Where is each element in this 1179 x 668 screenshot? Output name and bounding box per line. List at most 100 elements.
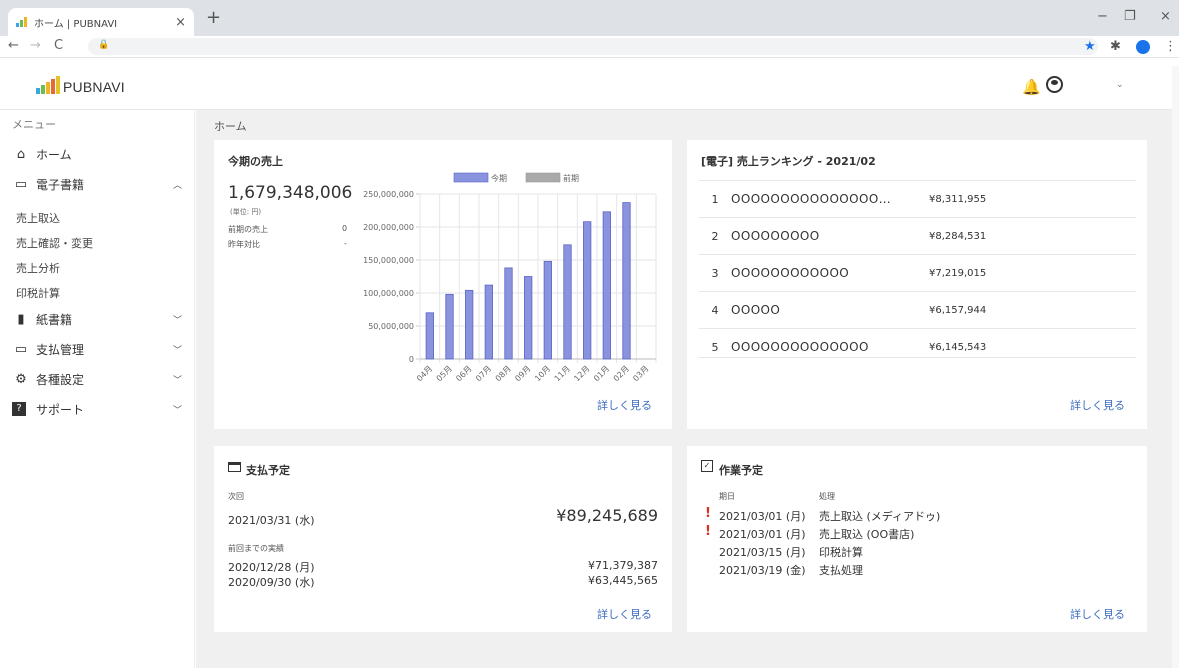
- gear-icon: ⚙: [15, 371, 27, 387]
- x-tick-label: 07月: [474, 364, 493, 383]
- bookmark-star-icon[interactable]: ★: [1084, 39, 1096, 54]
- restore-button[interactable]: ❐: [1124, 10, 1136, 24]
- reload-button[interactable]: C: [54, 38, 63, 53]
- sidebar-item-support[interactable]: ? サポート ﹀: [12, 398, 182, 420]
- rank-number: 2: [711, 229, 719, 243]
- ranking-row[interactable]: 5 OOOOOOOOOOOOOO ¥6,145,543: [699, 328, 1136, 365]
- menu-heading: メニュー: [12, 118, 56, 131]
- task-name[interactable]: 売上取込 (メディアドゥ): [819, 508, 940, 524]
- bar-current: [622, 202, 631, 360]
- y-tick-label: 100,000,000: [363, 289, 414, 298]
- bar-current: [445, 293, 454, 360]
- x-tick-label: 12月: [572, 364, 591, 383]
- sidebar-item-label: 電子書籍: [36, 177, 85, 192]
- sidebar-subitem-royalty[interactable]: 印税計算: [16, 285, 60, 301]
- x-tick-label: 10月: [533, 364, 552, 383]
- notification-bell-icon[interactable]: 🔔: [1022, 78, 1041, 96]
- rank-number: 4: [711, 303, 719, 317]
- ranking-more-link[interactable]: 詳しく見る: [1070, 397, 1125, 413]
- chevron-down-icon: ﹀: [172, 405, 182, 416]
- bar-current: [524, 276, 533, 360]
- sidebar-subitem-sales-confirm[interactable]: 売上確認・変更: [16, 235, 93, 251]
- task-date: 2021/03/01 (月): [719, 528, 806, 541]
- forward-button[interactable]: →: [30, 38, 41, 53]
- x-tick-label: 08月: [494, 364, 513, 383]
- rank-amount: ¥8,284,531: [929, 230, 987, 242]
- task-name[interactable]: 印税計算: [819, 544, 863, 560]
- payment-history-date: 2020/09/30 (水): [228, 576, 315, 589]
- address-bar: ← → C 🔒 ★ ✱ ⋮: [0, 36, 1179, 58]
- x-tick-label: 11月: [553, 364, 572, 383]
- rank-amount: ¥6,157,944: [929, 304, 987, 316]
- prev-sales-value: 0: [342, 224, 348, 233]
- ranking-row[interactable]: 3 OOOOOOOOOOOO ¥7,219,015: [699, 254, 1136, 291]
- chevron-down-icon[interactable]: ⌄: [1116, 80, 1124, 90]
- sidebar-item-settings[interactable]: ⚙ 各種設定 ﹀: [12, 368, 182, 390]
- payment-history-amount: ¥63,445,565: [588, 574, 658, 587]
- page-scrollbar[interactable]: [1172, 66, 1179, 668]
- rank-number: 5: [711, 340, 719, 354]
- x-tick-label: 09月: [513, 364, 532, 383]
- ranking-card: [電子] 売上ランキング - 2021/02 1 OOOOOOOOOOOOOOO……: [687, 140, 1147, 429]
- sidebar-item-label: ホーム: [36, 147, 72, 162]
- new-tab-button[interactable]: +: [206, 9, 221, 27]
- ranking-row[interactable]: 4 OOOOO ¥6,157,944: [699, 291, 1136, 328]
- tab-close-icon[interactable]: ×: [175, 15, 186, 30]
- home-icon: ⌂: [16, 146, 26, 162]
- sidebar-item-ebook[interactable]: ▭ 電子書籍 ︿: [12, 173, 182, 195]
- sales-total: 1,679,348,006: [228, 183, 353, 203]
- bar-current: [563, 244, 572, 360]
- sales-more-link[interactable]: 詳しく見る: [597, 397, 652, 413]
- task-card-title: 作業予定: [719, 464, 763, 477]
- legend-swatch: [453, 172, 489, 183]
- next-payment-date: 2021/03/31 (水): [228, 514, 315, 527]
- next-payment-label: 次回: [228, 492, 244, 501]
- back-button[interactable]: ←: [8, 38, 19, 53]
- bar-current: [425, 312, 434, 360]
- y-tick-label: 50,000,000: [368, 322, 414, 331]
- browser-tab[interactable]: ホーム | PUBNAVI ×: [8, 8, 194, 36]
- task-more-link[interactable]: 詳しく見る: [1070, 606, 1125, 622]
- task-name[interactable]: 売上取込 (OO書店): [819, 526, 914, 542]
- breadcrumb: ホーム: [214, 120, 247, 133]
- next-payment-amount: ¥89,245,689: [556, 506, 658, 525]
- task-date: 2021/03/01 (月): [719, 510, 806, 523]
- task-name[interactable]: 支払処理: [819, 562, 863, 578]
- alert-icon: !: [705, 524, 711, 539]
- pubnavi-logo[interactable]: PUBNAVI: [36, 76, 125, 94]
- credit-card-icon: [228, 462, 241, 472]
- extensions-icon[interactable]: ✱: [1110, 39, 1121, 54]
- ranking-row[interactable]: 2 OOOOOOOOO ¥8,284,531: [699, 217, 1136, 254]
- payment-history-amount: ¥71,379,387: [588, 559, 658, 572]
- payment-more-link[interactable]: 詳しく見る: [597, 606, 652, 622]
- logo-bars-icon: [36, 76, 60, 94]
- minimize-button[interactable]: −: [1097, 10, 1108, 24]
- url-field[interactable]: [88, 38, 1098, 55]
- sidebar-subitem-sales-analysis[interactable]: 売上分析: [16, 260, 60, 276]
- help-icon: ?: [12, 402, 26, 416]
- user-account-icon[interactable]: [1046, 76, 1063, 93]
- window-close-button[interactable]: ×: [1160, 10, 1171, 24]
- x-tick-label: 02月: [612, 364, 631, 383]
- sales-card: 今期の売上 1,679,348,006 (単位: 円) 前期の売上 0 昨年対比…: [214, 140, 672, 429]
- tab-title: ホーム | PUBNAVI: [34, 18, 118, 30]
- sidebar-item-payment[interactable]: ▭ 支払管理 ﹀: [12, 338, 182, 360]
- alert-icon: !: [705, 506, 711, 521]
- chevron-up-icon: ︿: [172, 180, 182, 191]
- sidebar-item-paper[interactable]: ▮ 紙書籍 ﹀: [12, 308, 182, 330]
- bar-current: [583, 221, 592, 360]
- chevron-down-icon: ﹀: [172, 315, 182, 326]
- sidebar-item-home[interactable]: ⌂ ホーム: [12, 143, 182, 165]
- main-content: ホーム 今期の売上 1,679,348,006 (単位: 円) 前期の売上 0 …: [196, 110, 1179, 668]
- x-tick-label: 05月: [435, 364, 454, 383]
- ranking-row[interactable]: 1 OOOOOOOOOOOOOOO… ¥8,311,955: [699, 180, 1136, 217]
- rank-number: 3: [711, 266, 719, 280]
- sales-bar-chart: 今期 前期 0 50,000,000 100,000,000 150,000,000 200…: [363, 172, 657, 383]
- sales-unit: (単位: 円): [230, 208, 262, 216]
- browser-menu-icon[interactable]: ⋮: [1164, 39, 1177, 54]
- sidebar-subitem-sales-import[interactable]: 売上取込: [16, 210, 60, 226]
- y-tick-label: 150,000,000: [363, 256, 414, 265]
- task-col-date: 期日: [719, 492, 735, 501]
- rank-number: 1: [711, 192, 719, 206]
- profile-avatar[interactable]: [1136, 40, 1150, 54]
